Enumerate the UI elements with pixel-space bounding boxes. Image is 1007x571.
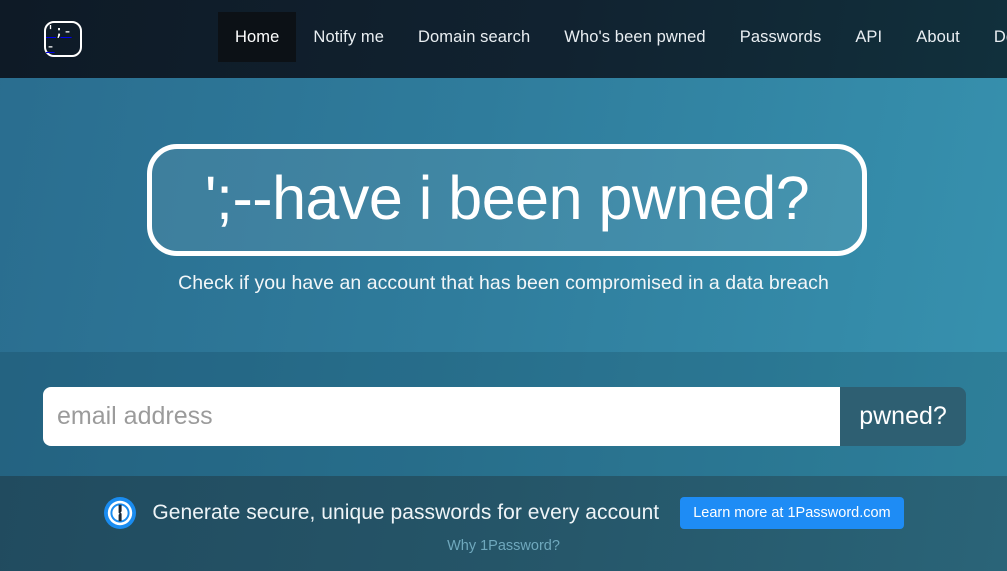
- search-section: pwned?: [0, 352, 1007, 476]
- hero-subtitle: Check if you have an account that has be…: [178, 272, 829, 294]
- page-root: ';-- Home Notify me Domain search Who's …: [0, 0, 1007, 571]
- sponsor-row: Generate secure, unique passwords for ev…: [0, 496, 1007, 530]
- nav-item-home[interactable]: Home: [218, 12, 297, 62]
- sponsor-section: Generate secure, unique passwords for ev…: [0, 476, 1007, 571]
- nav-item-donate-label: Donate: [993, 27, 1007, 46]
- nav-item-about[interactable]: About: [899, 12, 977, 62]
- sponsor-message: Generate secure, unique passwords for ev…: [152, 501, 660, 524]
- why-1password-link[interactable]: Why 1Password?: [0, 538, 1007, 554]
- nav-item-passwords[interactable]: Passwords: [723, 12, 839, 62]
- nav-item-domain-search-label: Domain search: [418, 27, 531, 46]
- nav-item-notify-me-label: Notify me: [313, 27, 385, 46]
- page-title: ';--have i been pwned?: [204, 164, 810, 232]
- top-navigation-bar: ';-- Home Notify me Domain search Who's …: [0, 0, 1007, 78]
- nav-item-whos-been-pwned[interactable]: Who's been pwned: [547, 12, 722, 62]
- hibp-logo-icon[interactable]: ';--: [44, 21, 82, 57]
- hero-title-box: ';--have i been pwned?: [147, 144, 867, 256]
- nav-item-notify-me[interactable]: Notify me: [296, 12, 401, 62]
- hibp-logo-glyph: ';--: [46, 21, 72, 55]
- nav-item-api-label: API: [855, 27, 883, 46]
- nav-item-donate[interactable]: Donate ₿: [977, 12, 1007, 62]
- 1password-logo-icon: [103, 496, 137, 530]
- nav-item-domain-search[interactable]: Domain search: [401, 12, 547, 62]
- nav-item-whos-been-pwned-label: Who's been pwned: [564, 27, 706, 46]
- learn-more-1password-button[interactable]: Learn more at 1Password.com: [680, 497, 904, 529]
- search-form: pwned?: [43, 387, 966, 446]
- hero-section: ';--have i been pwned? Check if you have…: [0, 78, 1007, 352]
- nav-item-about-label: About: [916, 27, 960, 46]
- nav-item-api[interactable]: API: [838, 12, 899, 62]
- pwned-submit-button[interactable]: pwned?: [840, 387, 966, 446]
- nav-item-passwords-label: Passwords: [739, 27, 822, 46]
- nav-item-home-label: Home: [235, 27, 280, 46]
- nav-item-list: Home Notify me Domain search Who's been …: [218, 12, 1007, 62]
- email-search-input[interactable]: [43, 387, 840, 446]
